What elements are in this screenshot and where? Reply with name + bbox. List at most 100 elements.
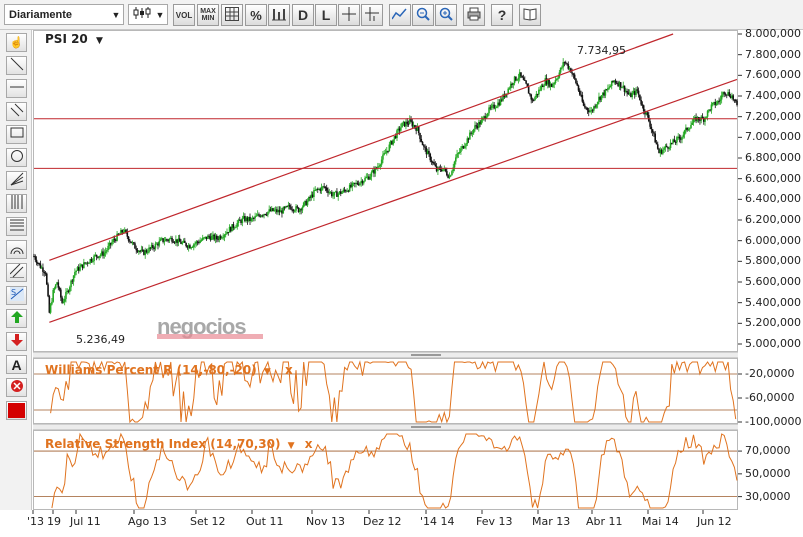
williams-tick-label: -20,0000 — [745, 367, 795, 380]
symbol-label-wrap[interactable]: PSI 20 ▼ — [45, 32, 103, 46]
candle-body — [43, 271, 46, 273]
candle-body — [45, 273, 48, 285]
candle-body — [379, 164, 382, 167]
candle-body — [99, 254, 102, 257]
candle-body — [98, 256, 100, 258]
candle-body — [236, 222, 239, 227]
candle-body — [111, 242, 113, 245]
candle-body — [52, 289, 54, 302]
candle-body — [527, 87, 530, 94]
candle-body — [159, 239, 162, 241]
candle-body — [171, 237, 173, 242]
candle-body — [723, 92, 726, 94]
candle-body — [665, 145, 668, 147]
candle-body — [74, 271, 76, 276]
candle-body — [465, 143, 467, 147]
candle-body — [406, 121, 409, 124]
close-icon[interactable]: x — [285, 363, 293, 377]
candle-body — [557, 77, 559, 80]
candle-body — [95, 254, 98, 257]
price-tick-label: 5.800,000 — [745, 254, 801, 268]
candle-body — [93, 255, 95, 262]
candle-body — [362, 181, 365, 184]
x-tick-label: Nov 13 — [306, 515, 345, 528]
candle-body — [650, 126, 653, 130]
candle-body — [711, 102, 714, 105]
candle-body — [596, 101, 599, 105]
candle-body — [421, 141, 424, 146]
candle-body — [520, 72, 522, 77]
candle-body — [158, 240, 161, 246]
candle-body — [370, 172, 373, 177]
candle-body — [392, 139, 394, 145]
candle-body — [534, 97, 536, 101]
candle-body — [553, 82, 556, 85]
candle-body — [419, 133, 421, 139]
x-tick-label: 19 — [47, 515, 61, 528]
candle-body — [194, 243, 196, 245]
candle-body — [662, 149, 664, 154]
candle-body — [572, 73, 575, 75]
candle-body — [517, 77, 520, 80]
candle-body — [456, 153, 458, 158]
symbol-label: PSI 20 — [45, 32, 88, 46]
candle-body — [619, 82, 622, 88]
candle-body — [200, 240, 203, 242]
candle-body — [576, 83, 579, 86]
rsi-title-wrap[interactable]: Relative Strength Index (14,70,30) ▼ x — [45, 437, 313, 451]
williams-title-wrap[interactable]: Williams Percent R (14,-80,-20) ▼ x — [45, 363, 293, 377]
candle-body — [728, 92, 731, 97]
x-tick-label: Ago 13 — [128, 515, 167, 528]
candle-body — [469, 132, 471, 140]
candle-body — [135, 248, 138, 251]
candle-body — [90, 259, 93, 262]
candle-body — [253, 217, 255, 219]
candle-body — [561, 67, 563, 69]
candle-body — [453, 161, 456, 168]
candle-body — [232, 224, 235, 228]
candle-body — [192, 244, 195, 247]
candle-body — [152, 245, 154, 249]
candle-body — [653, 132, 655, 134]
candle-body — [400, 127, 402, 131]
candle-body — [525, 80, 527, 84]
candle-body — [72, 275, 75, 282]
candle-body — [530, 94, 533, 100]
candle-body — [168, 238, 171, 241]
candle-body — [51, 301, 53, 305]
candle-body — [578, 90, 581, 95]
candle-body — [369, 176, 371, 180]
x-tick-label: Mar 13 — [532, 515, 571, 528]
candle-body — [420, 138, 423, 142]
candle-body — [706, 110, 709, 117]
close-icon[interactable]: x — [305, 437, 313, 451]
candle-body — [490, 105, 493, 108]
candle-body — [423, 145, 425, 147]
watermark-bar — [157, 334, 263, 339]
candle-body — [241, 218, 244, 224]
candle-body — [507, 88, 510, 94]
candle-body — [688, 128, 691, 130]
candle-body — [139, 250, 141, 252]
candle-body — [163, 241, 166, 243]
candle-body — [293, 210, 296, 212]
candle-body — [678, 136, 681, 139]
price-tick-label: 8.000,000 — [745, 27, 801, 40]
candle-body — [235, 226, 237, 228]
candle-body — [306, 200, 309, 206]
candle-body — [181, 242, 184, 244]
candle-body — [44, 272, 47, 274]
price-tick-label: 6.200,000 — [745, 213, 801, 226]
candle-body — [631, 93, 633, 98]
chart-canvas — [32, 33, 742, 514]
candle-body — [337, 193, 340, 197]
candle-body — [508, 88, 511, 90]
candle-body — [521, 76, 524, 78]
candle-body — [656, 144, 659, 149]
candle-body — [639, 94, 641, 101]
candle-body — [674, 142, 677, 144]
candle-body — [341, 192, 343, 194]
rsi-tick-label: 70,0000 — [745, 444, 791, 458]
candle-body — [60, 289, 62, 298]
channel-lower-line — [49, 78, 738, 323]
